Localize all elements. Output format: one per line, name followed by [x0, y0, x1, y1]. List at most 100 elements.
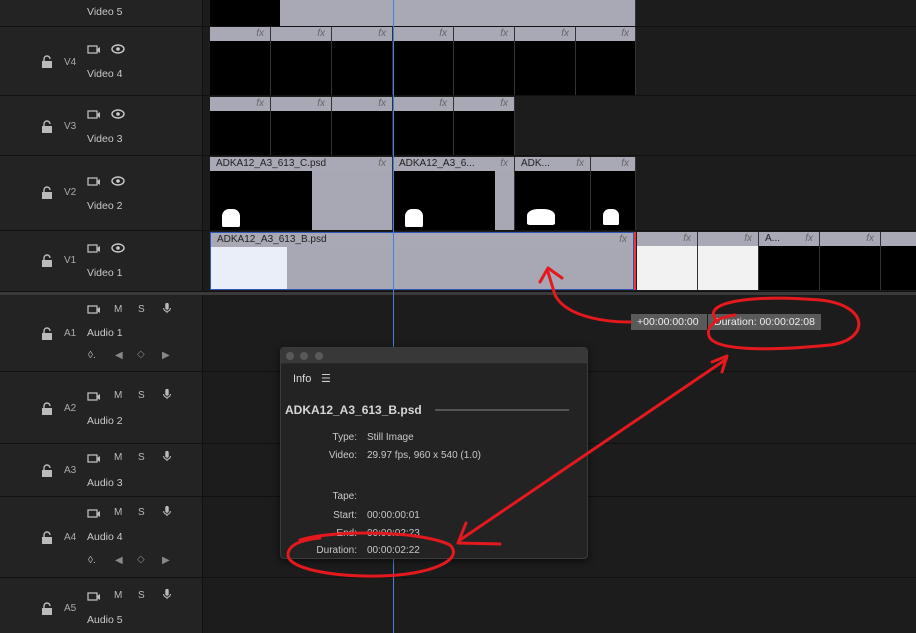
solo-button[interactable]: S [138, 507, 145, 518]
track-id-v4[interactable]: V4 [64, 57, 76, 68]
microphone-icon[interactable] [160, 505, 174, 517]
clip-v1-2[interactable]: fx [637, 232, 698, 290]
lock-icon[interactable] [41, 327, 53, 340]
film-icon[interactable] [87, 390, 101, 402]
track-id-a1[interactable]: A1 [64, 328, 76, 339]
prev-keyframe-icon[interactable]: ◀ [115, 555, 123, 566]
track-id-v1[interactable]: V1 [64, 255, 76, 266]
panel-tab-info[interactable]: Info [293, 373, 311, 385]
solo-button[interactable]: S [138, 590, 145, 601]
track-id-v3[interactable]: V3 [64, 121, 76, 132]
film-icon[interactable] [87, 590, 101, 602]
microphone-icon[interactable] [160, 302, 174, 314]
lock-icon[interactable] [41, 531, 53, 544]
clip-thumbnail [211, 247, 287, 289]
zoom-window-button[interactable] [315, 352, 323, 360]
hamburger-menu-icon[interactable]: ☰ [321, 372, 331, 385]
clip-v5[interactable] [210, 0, 636, 26]
microphone-icon[interactable] [160, 388, 174, 400]
track-header-v2: V2 Video 2 [0, 156, 203, 230]
clip-v4-1[interactable]: fx [210, 27, 271, 95]
eye-icon[interactable] [111, 43, 125, 55]
mute-button[interactable]: M [114, 304, 122, 315]
fx-badge: fx [866, 233, 874, 244]
add-keyframe-icon[interactable]: ◇ [137, 349, 145, 360]
film-icon[interactable] [87, 452, 101, 464]
clip-header: ADK... fx [515, 157, 590, 171]
clip-v4-2[interactable]: fx [271, 27, 332, 95]
clip-v4-4[interactable]: fx [393, 27, 454, 95]
clip-v3-1[interactable]: fx [210, 97, 271, 155]
lock-icon[interactable] [41, 464, 53, 477]
clip-v3-3[interactable]: fx [332, 97, 393, 155]
add-keyframe-icon[interactable]: ◇ [137, 554, 145, 565]
clip-v1-3[interactable]: fx [698, 232, 759, 290]
lock-icon[interactable] [41, 402, 53, 415]
microphone-icon[interactable] [160, 450, 174, 462]
solo-button[interactable]: S [138, 304, 145, 315]
clip-v2-b[interactable]: ADKA12_A3_6... fx [393, 157, 515, 230]
track-name-v1: Video 1 [87, 267, 123, 279]
clip-v1-b-selected[interactable]: ADKA12_A3_613_B.psd fx [210, 232, 634, 290]
info-panel[interactable]: Info ☰ ADKA12_A3_613_B.psd Type: Still I… [280, 347, 588, 559]
clip-thumbnail [393, 41, 453, 95]
solo-button[interactable]: S [138, 452, 145, 463]
mute-button[interactable]: M [114, 507, 122, 518]
microphone-icon[interactable] [160, 588, 174, 600]
mute-button[interactable]: M [114, 390, 122, 401]
lock-icon[interactable] [41, 120, 53, 133]
eye-icon[interactable] [111, 175, 125, 187]
lock-icon[interactable] [41, 254, 53, 267]
clip-v4-5[interactable]: fx [454, 27, 515, 95]
track-id-a2[interactable]: A2 [64, 403, 76, 414]
track-header-v1: V1 Video 1 [0, 231, 203, 291]
keyframe-volume-icon[interactable]: ◊. [88, 350, 96, 361]
clip-v4-7[interactable]: fx [576, 27, 636, 95]
clip-v3-4[interactable]: fx [393, 97, 454, 155]
minimize-window-button[interactable] [300, 352, 308, 360]
keyframe-volume-icon[interactable]: ◊. [88, 555, 96, 566]
track-id-a5[interactable]: A5 [64, 603, 76, 614]
clip-v4-6[interactable]: fx [515, 27, 576, 95]
next-keyframe-icon[interactable]: ▶ [162, 350, 170, 361]
film-icon[interactable] [87, 507, 101, 519]
close-window-button[interactable] [286, 352, 294, 360]
film-icon[interactable] [87, 303, 101, 315]
clip-v1-a[interactable]: A... fx [759, 232, 820, 290]
tape-label: Tape: [332, 491, 357, 502]
next-keyframe-icon[interactable]: ▶ [162, 555, 170, 566]
clip-v2-third[interactable]: ADK... fx [515, 157, 591, 230]
clip-v2-c[interactable]: ADKA12_A3_613_C.psd fx [210, 157, 393, 230]
film-icon[interactable] [87, 242, 101, 254]
edit-point-marker[interactable] [634, 232, 636, 290]
start-value: 00:00:00:01 [367, 510, 420, 521]
track-id-v2[interactable]: V2 [64, 187, 76, 198]
clip-header: fx [271, 97, 331, 111]
film-icon[interactable] [87, 108, 101, 120]
lock-icon[interactable] [41, 186, 53, 199]
film-icon[interactable] [87, 43, 101, 55]
film-icon[interactable] [87, 175, 101, 187]
eye-icon[interactable] [111, 108, 125, 120]
clip-v2-fourth[interactable]: fx [591, 157, 636, 230]
clip-v4-3[interactable]: fx [332, 27, 393, 95]
clip-header [881, 232, 916, 246]
lock-icon[interactable] [41, 602, 53, 615]
track-id-a4[interactable]: A4 [64, 532, 76, 543]
fx-badge: fx [500, 158, 508, 169]
mute-button[interactable]: M [114, 452, 122, 463]
solo-button[interactable]: S [138, 390, 145, 401]
fx-badge: fx [805, 233, 813, 244]
clip-v1-5[interactable]: fx [820, 232, 881, 290]
clip-v3-5[interactable]: fx [454, 97, 515, 155]
clip-thumbnail [515, 41, 575, 95]
mute-button[interactable]: M [114, 590, 122, 601]
lock-icon[interactable] [41, 55, 53, 68]
prev-keyframe-icon[interactable]: ◀ [115, 350, 123, 361]
panel-titlebar[interactable] [281, 348, 587, 364]
track-name-v3: Video 3 [87, 133, 123, 145]
clip-v1-6[interactable] [881, 232, 916, 290]
clip-v3-2[interactable]: fx [271, 97, 332, 155]
eye-icon[interactable] [111, 242, 125, 254]
track-id-a3[interactable]: A3 [64, 465, 76, 476]
